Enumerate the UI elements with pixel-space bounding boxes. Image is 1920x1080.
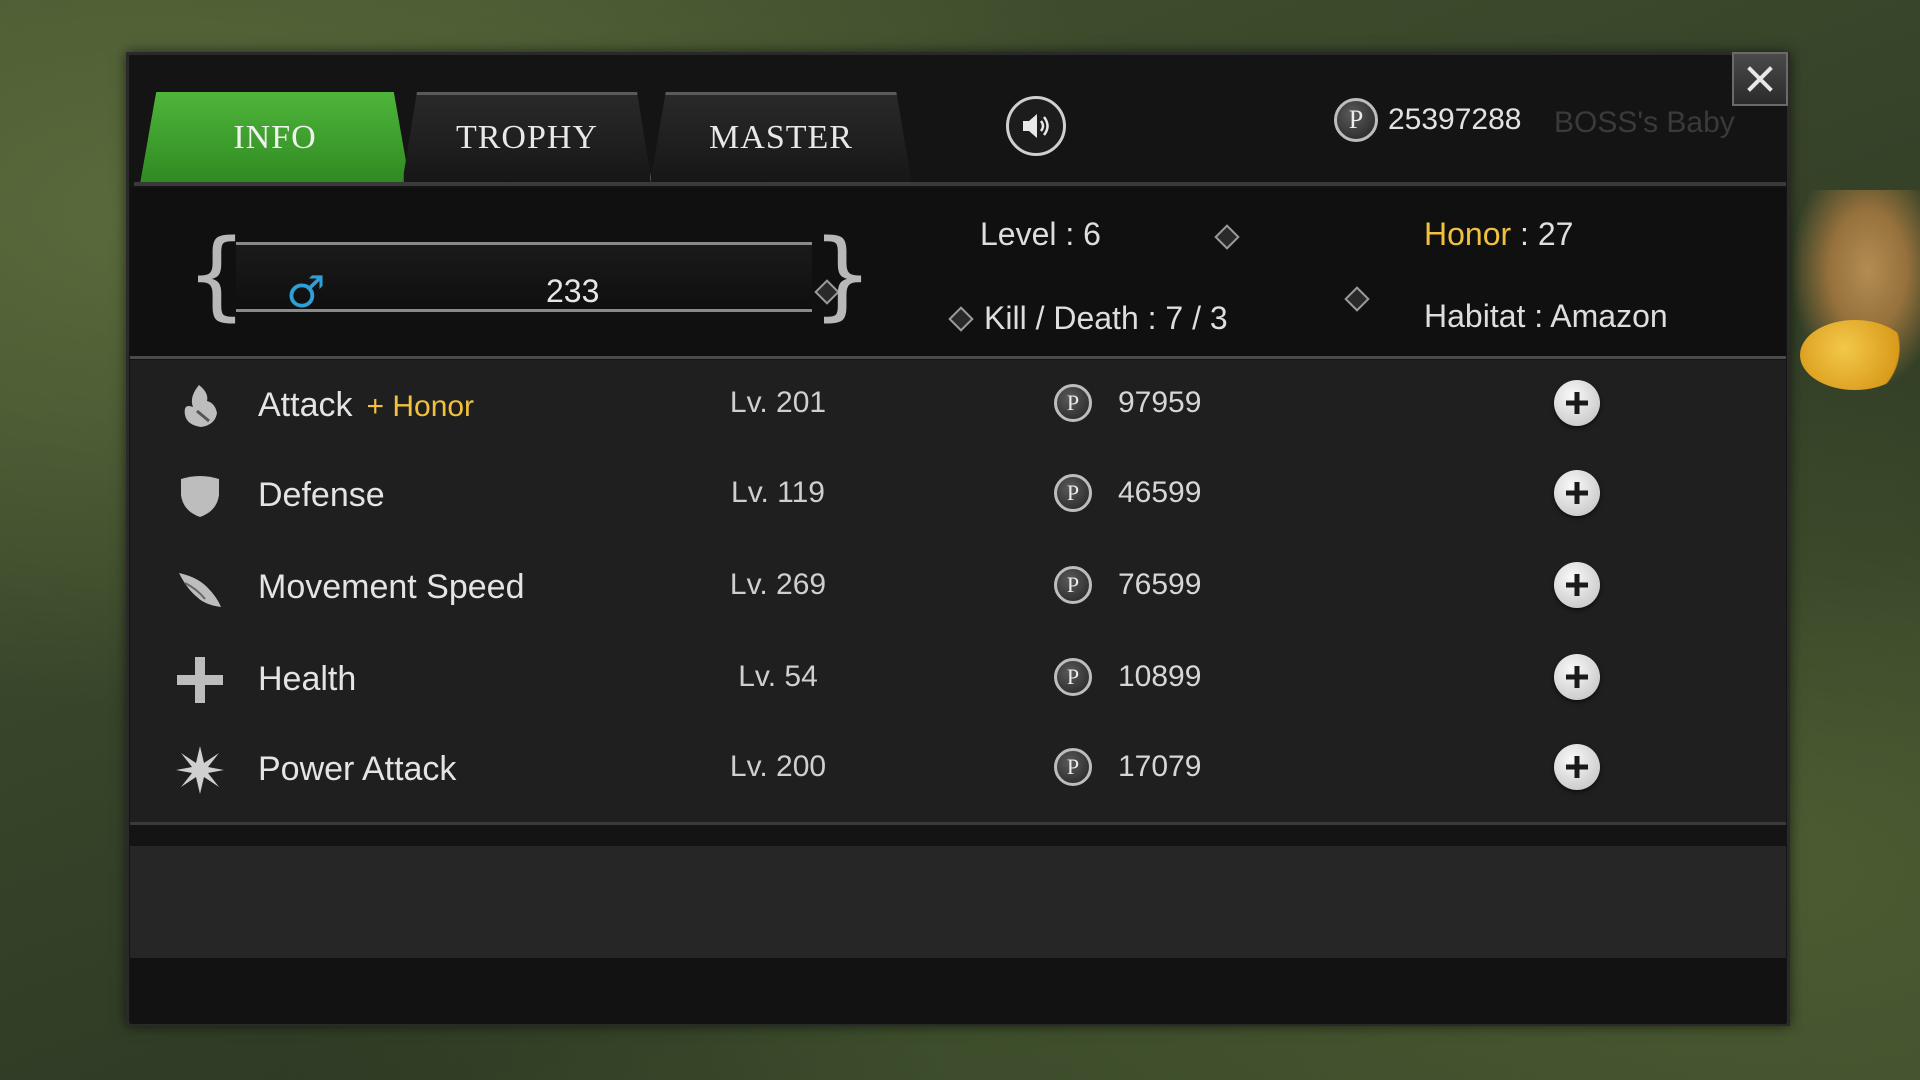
- upgrade-name-text: Attack: [258, 386, 353, 424]
- close-button[interactable]: [1732, 52, 1788, 106]
- section-divider: [130, 356, 1786, 359]
- plus-icon: [1566, 482, 1588, 504]
- name-value: 233: [546, 273, 600, 309]
- upgrade-row-movement-speed: Movement Speed Lv. 269 P 76599: [130, 542, 1786, 632]
- list-divider: [130, 822, 1786, 825]
- currency-display: P 25397288: [1334, 98, 1521, 142]
- level-value: 6: [1083, 216, 1101, 252]
- point-coin-icon: P: [1054, 474, 1092, 512]
- currency-value: 25397288: [1388, 103, 1522, 136]
- kill-death-stat: Kill / Death : 7 / 3: [984, 300, 1228, 337]
- plus-icon: [1566, 392, 1588, 414]
- cross-icon: [174, 654, 226, 706]
- upgrade-level: Lv. 54: [738, 660, 818, 693]
- upgrade-health-button[interactable]: [1554, 654, 1600, 700]
- upgrade-name: Defense: [258, 476, 385, 515]
- level-stat: Level : 6: [980, 216, 1101, 253]
- male-gender-icon: ♂: [286, 267, 326, 318]
- plus-icon: [1566, 666, 1588, 688]
- tab-info[interactable]: INFO: [140, 92, 410, 184]
- kill-death-label: Kill / Death :: [984, 300, 1166, 336]
- habitat-label: Habitat :: [1424, 298, 1551, 334]
- speaker-icon: [1023, 114, 1049, 138]
- upgrade-level: Lv. 201: [729, 386, 827, 419]
- footer-area: [130, 958, 1786, 1024]
- point-coin-icon: P: [1334, 98, 1378, 142]
- upgrade-movement-speed-button[interactable]: [1554, 562, 1600, 608]
- kill-death-value: 7 / 3: [1165, 300, 1228, 336]
- upgrade-name: Power Attack: [258, 750, 456, 789]
- close-icon: [1747, 66, 1773, 92]
- upgrade-name: Attack + Honor: [258, 386, 474, 425]
- player-name: BOSS's Baby: [1554, 106, 1735, 139]
- upgrade-cost: 97959: [1118, 386, 1202, 419]
- point-coin-icon: P: [1054, 566, 1092, 604]
- tab-master[interactable]: MASTER: [650, 92, 912, 184]
- honor-label: Honor: [1424, 216, 1512, 252]
- frame-bracket-right-icon: }: [812, 219, 874, 331]
- point-coin-icon: P: [1054, 658, 1092, 696]
- upgrade-power-attack-button[interactable]: [1554, 744, 1600, 790]
- tab-trophy[interactable]: TROPHY: [402, 92, 652, 184]
- burst-icon: [174, 744, 226, 796]
- upgrade-attack-button[interactable]: [1554, 380, 1600, 426]
- habitat-stat: Habitat : Amazon: [1424, 298, 1668, 335]
- plus-icon: [1566, 756, 1588, 778]
- upgrade-bonus: + Honor: [366, 390, 475, 423]
- frame-bracket-left-icon: {: [186, 219, 248, 331]
- upgrade-name-text: Power Attack: [258, 750, 457, 788]
- upgrade-level: Lv. 200: [729, 750, 827, 783]
- upgrade-name-text: Defense: [258, 476, 385, 514]
- footer-band: [130, 846, 1786, 958]
- upgrade-level: Lv. 269: [729, 568, 827, 601]
- upgrade-cost: 17079: [1118, 750, 1202, 783]
- sound-toggle-button[interactable]: [1006, 96, 1066, 156]
- honor-value: : 27: [1511, 216, 1574, 252]
- upgrade-name-text: Movement Speed: [258, 568, 525, 606]
- honor-stat: Honor : 27: [1424, 216, 1573, 253]
- background-fruit: [1800, 320, 1910, 390]
- upgrade-cost: 10899: [1118, 660, 1202, 693]
- level-label: Level :: [980, 216, 1084, 252]
- upgrade-name-text: Health: [258, 660, 357, 698]
- tab-divider: [134, 182, 1786, 186]
- point-coin-icon: P: [1054, 748, 1092, 786]
- name-frame: { ♂ 233 }: [186, 219, 874, 331]
- upgrade-name: Movement Speed: [258, 568, 525, 607]
- upgrade-row-power-attack: Power Attack Lv. 200 P 17079: [130, 724, 1786, 814]
- upgrade-row-defense: Defense Lv. 119 P 46599: [130, 450, 1786, 540]
- wing-icon: [174, 562, 226, 614]
- upgrade-row-health: Health Lv. 54 P 10899: [130, 634, 1786, 724]
- upgrade-name: Health: [258, 660, 356, 699]
- name-bar: ♂ 233: [236, 242, 840, 318]
- upgrade-defense-button[interactable]: [1554, 470, 1600, 516]
- upgrade-row-attack: Attack + Honor Lv. 201 P 97959: [130, 360, 1786, 450]
- upgrade-cost: 76599: [1118, 568, 1202, 601]
- point-coin-icon: P: [1054, 384, 1092, 422]
- shield-icon: [174, 470, 226, 522]
- upgrade-level: Lv. 119: [731, 476, 825, 509]
- flame-claw-icon: [174, 380, 226, 432]
- upgrade-cost: 46599: [1118, 476, 1202, 509]
- habitat-value: Amazon: [1550, 298, 1668, 334]
- plus-icon: [1566, 574, 1588, 596]
- upgrade-list: Attack + Honor Lv. 201 P 97959 Defense Lv…: [130, 360, 1786, 822]
